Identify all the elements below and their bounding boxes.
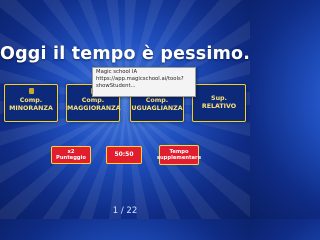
- fifty-fifty-button[interactable]: 50:50: [106, 146, 142, 164]
- link-tooltip: Magic school IA https://app.magicschool.…: [92, 67, 196, 97]
- tooltip-url-cont: showStudent...: [96, 83, 136, 89]
- double-score-button[interactable]: x2 Punteggio: [51, 146, 91, 164]
- answer-label: Sup. RELATIVO: [201, 95, 237, 110]
- page-counter: 1 / 22: [112, 206, 138, 216]
- answer-option-4[interactable]: Sup. RELATIVO: [192, 84, 246, 122]
- answer-label: Comp. MINORANZA: [9, 97, 53, 112]
- answer-label: Comp. MAGGIORANZA: [67, 97, 121, 112]
- answer-option-1[interactable]: Comp. MINORANZA: [4, 84, 58, 122]
- extra-time-button[interactable]: Tempo supplementare: [157, 145, 201, 165]
- question-text: Oggi il tempo è pessimo.: [0, 44, 251, 64]
- answer-label: Comp. UGUAGLIANZA: [131, 97, 183, 112]
- key-icon: [28, 88, 34, 94]
- tooltip-title: Magic school IA: [96, 69, 138, 75]
- tooltip-url: https://app.magicschool.ai/tools?: [96, 76, 184, 82]
